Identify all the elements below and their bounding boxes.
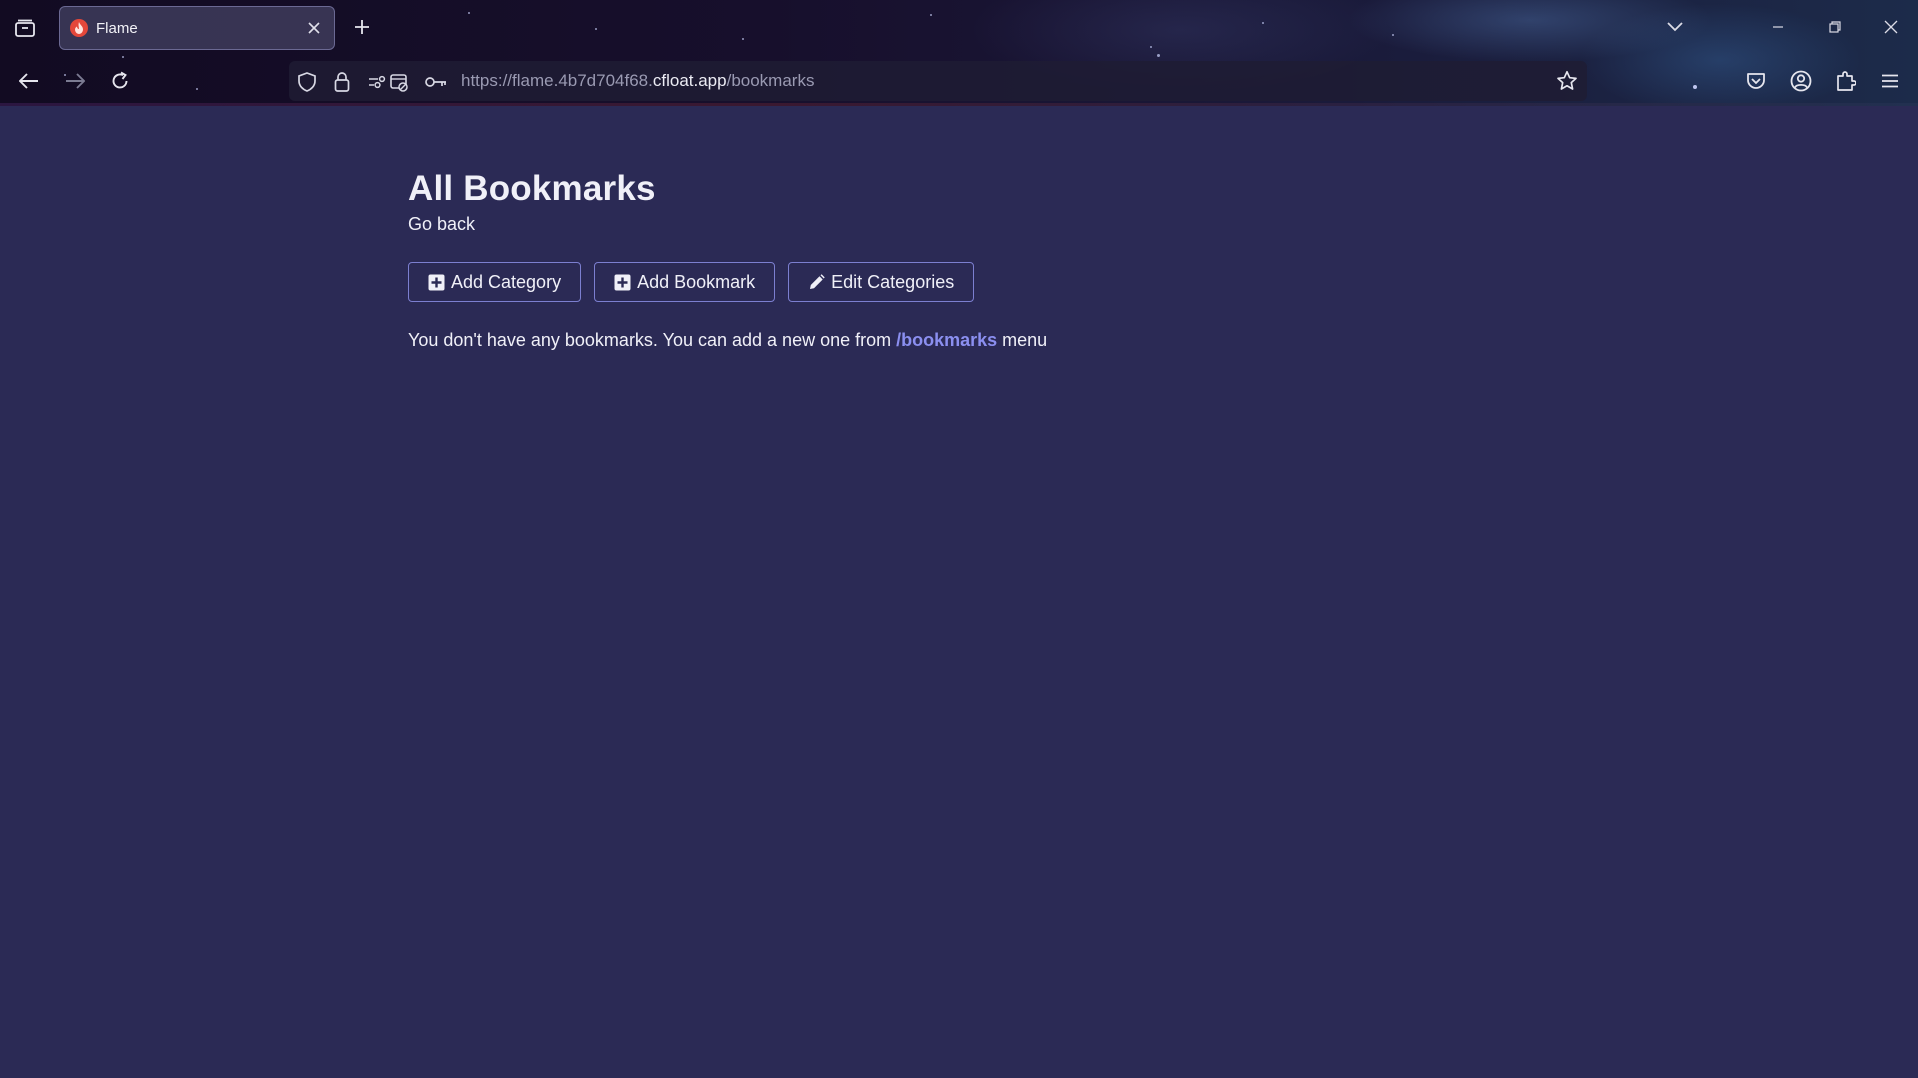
url-path: /bookmarks <box>726 71 815 90</box>
url-text: https://flame.4b7d704f68.cfloat.app/book… <box>461 71 814 91</box>
flame-icon <box>70 19 88 37</box>
pencil-icon <box>808 273 825 291</box>
app-menu-button[interactable] <box>1877 68 1903 94</box>
star-icon <box>1557 70 1577 90</box>
pocket-icon <box>1747 73 1765 89</box>
add-bookmark-label: Add Bookmark <box>637 271 756 292</box>
plus-square-icon <box>614 274 631 291</box>
add-category-button[interactable]: Add Category <box>408 262 582 302</box>
site-security-button[interactable] <box>331 71 353 93</box>
address-bar[interactable]: https://flame.4b7d704f68.cfloat.app/book… <box>289 61 1587 101</box>
plus-icon <box>355 20 369 34</box>
tab-flame[interactable]: Flame <box>59 6 335 50</box>
edit-categories-label: Edit Categories <box>831 271 955 292</box>
edit-categories-button[interactable]: Edit Categories <box>788 262 975 302</box>
minimize-icon <box>1773 26 1783 28</box>
add-category-label: Add Category <box>451 271 562 292</box>
forward-button[interactable] <box>62 68 88 94</box>
permissions-button[interactable] <box>367 71 411 93</box>
page-title: All Bookmarks <box>408 169 656 208</box>
minimize-button[interactable] <box>1765 14 1791 40</box>
empty-state-message: You don't have any bookmarks. You can ad… <box>408 328 1508 352</box>
restore-button[interactable] <box>1822 14 1848 40</box>
window-close-button[interactable] <box>1878 14 1904 40</box>
puzzle-icon <box>1837 71 1856 91</box>
action-buttons: Add Category Add Bookmark Edit Categorie… <box>408 262 1508 302</box>
shield-icon <box>298 72 316 92</box>
restore-icon <box>1829 21 1841 33</box>
pocket-button[interactable] <box>1743 68 1769 94</box>
password-key-button[interactable] <box>425 71 447 93</box>
list-all-tabs-button[interactable] <box>1662 14 1688 40</box>
hamburger-icon <box>1882 74 1898 88</box>
key-icon <box>425 77 446 87</box>
permissions-icon <box>369 74 408 92</box>
empty-message-text: You don't have any bookmarks. You can ad… <box>408 330 897 350</box>
url-prefix: https://flame.4b7d704f68. <box>461 71 653 90</box>
arrow-right-icon <box>66 73 85 89</box>
tab-list-button[interactable] <box>12 16 38 40</box>
bookmarks-page: All Bookmarks Go back Add Category Add B… <box>408 166 1508 352</box>
go-back-link[interactable]: Go back <box>408 212 475 236</box>
url-host: cfloat.app <box>652 71 727 90</box>
arrow-left-icon <box>19 73 38 89</box>
add-bookmark-button[interactable]: Add Bookmark <box>594 262 776 302</box>
extensions-button[interactable] <box>1833 68 1859 94</box>
back-button[interactable] <box>16 68 42 94</box>
tracking-protection-button[interactable] <box>296 71 318 93</box>
tab-title: Flame <box>96 19 138 37</box>
account-icon <box>1790 70 1812 92</box>
bookmark-page-button[interactable] <box>1555 69 1579 93</box>
empty-message-suffix: menu <box>997 330 1048 350</box>
new-tab-button[interactable] <box>350 15 374 39</box>
chevron-down-icon <box>1667 22 1683 32</box>
bookmarks-link[interactable]: /bookmarks <box>896 330 997 350</box>
lock-icon <box>334 72 350 92</box>
toolbar-divider <box>0 103 1918 106</box>
browser-toolbar: Flame https://flame.4b7d704f68.cfloat.ap… <box>0 0 1918 106</box>
reload-icon <box>112 71 128 89</box>
tab-list-icon <box>15 19 35 37</box>
reload-button[interactable] <box>107 68 133 94</box>
close-icon <box>308 22 320 34</box>
plus-square-icon <box>428 274 445 291</box>
account-button[interactable] <box>1788 68 1814 94</box>
tab-close-button[interactable] <box>304 18 324 38</box>
close-icon <box>1884 20 1898 34</box>
